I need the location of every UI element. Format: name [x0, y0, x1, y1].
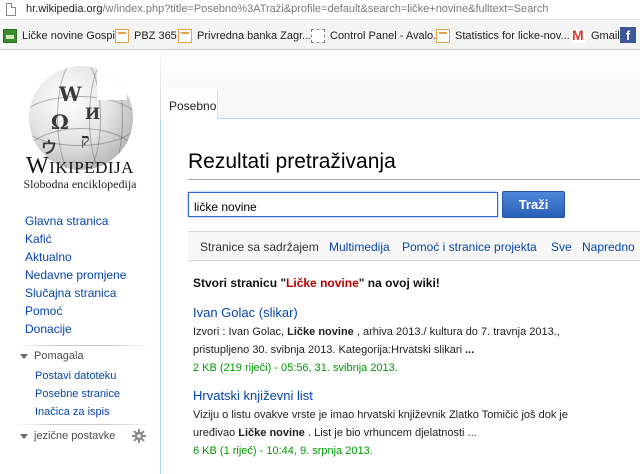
tagline: Slobodna enciklopedija: [23, 177, 137, 191]
gmail-icon: M: [572, 27, 586, 43]
page-icon: [311, 29, 325, 43]
filter-all[interactable]: Sve: [551, 240, 572, 254]
filter-content-pages[interactable]: Stranice sa sadržajem: [200, 240, 319, 254]
sidebar-divider: [16, 424, 152, 425]
bookmark-label: Gmail: [591, 30, 620, 42]
tools-heading[interactable]: Pomagala: [20, 350, 84, 362]
result-meta: 2 KB (219 riječi) - 05:56, 31. svibnja 2…: [193, 362, 398, 374]
sidebar-item-donacije[interactable]: Donacije: [25, 320, 126, 338]
ht-favicon-icon: [436, 29, 450, 43]
tools-list: Postavi datoteku Posebne stranice Inačic…: [35, 367, 120, 421]
search-input[interactable]: [188, 192, 498, 217]
wordmark: Wikipedija: [26, 153, 134, 179]
bookmark-pbz365[interactable]: PBZ 365: [115, 28, 177, 44]
page-title: Rezultati pretraživanja: [188, 150, 396, 173]
bookmark-label: PBZ 365: [134, 30, 177, 42]
bookmark-label: Statistics for licke-nov...: [455, 30, 570, 42]
create-suffix: " na ovoj wiki!: [358, 276, 440, 290]
filter-help-project[interactable]: Pomoć i stranice projekta: [402, 240, 537, 254]
result-snippet-line: pristupljeno 30. svibnja 2013. Kategorij…: [193, 344, 475, 356]
search-result: Ivan Golac (slikar) Izvori : Ivan Golac,…: [193, 305, 560, 377]
filter-advanced[interactable]: Napredno: [582, 240, 635, 254]
sidebar-item-glavna-stranica[interactable]: Glavna stranica: [25, 212, 126, 230]
language-heading-label: jezične postavke: [34, 430, 116, 442]
sidebar-item-slucajna-stranica[interactable]: Slučajna stranica: [25, 284, 126, 302]
tab-posebno[interactable]: Posebno: [160, 50, 218, 119]
result-snippet-line: Izvori : Ivan Golac, Ličke novine , arhi…: [193, 326, 560, 338]
tab-strip: [160, 50, 640, 118]
bookmark-privredna-banka[interactable]: Privredna banka Zagr...: [178, 28, 311, 44]
gear-icon[interactable]: [132, 429, 146, 443]
bookmarks-bar: Ličke novine Gospić PBZ 365 Privredna ba…: [0, 21, 640, 50]
sidebar-item-nedavne-promjene[interactable]: Nedavne promjene: [25, 266, 126, 284]
result-snippet-line: Viziju o listu ovakve vrste je imao hrva…: [193, 409, 568, 421]
collapse-triangle-icon: [20, 353, 28, 359]
search-result: Hrvatski književni list Viziju o listu o…: [193, 388, 568, 460]
ht-favicon-icon: [178, 29, 192, 43]
bookmark-statistics[interactable]: Statistics for licke-nov...: [436, 28, 570, 44]
url-host: hr.wikipedia.org: [26, 3, 103, 15]
ht-favicon-icon: [115, 29, 129, 43]
facebook-icon: f: [620, 27, 636, 43]
tools-heading-label: Pomagala: [34, 350, 84, 362]
sidebar-divider: [16, 345, 152, 346]
filter-multimedia[interactable]: Multimedija: [329, 240, 390, 254]
url-path: /w/index.php?title=Posebno%3ATraži&profi…: [102, 3, 549, 15]
tool-inacica-za-ispis[interactable]: Inačica za ispis: [35, 403, 120, 421]
title-divider: [188, 179, 640, 180]
wikipedia-logo[interactable]: W Ω И ウ ק Wikipedija Slobodna encikloped…: [0, 52, 160, 202]
bookmark-label: Privredna banka Zagr...: [197, 30, 312, 42]
result-meta: 6 KB (1 riječ) - 10:44, 9. srpnja 2013.: [193, 445, 373, 457]
sidebar-item-kafic[interactable]: Kafić: [25, 230, 126, 248]
search-button[interactable]: Traži: [502, 191, 565, 218]
sidebar-item-pomoc[interactable]: Pomoć: [25, 302, 126, 320]
result-title-link[interactable]: Ivan Golac (slikar): [193, 305, 560, 323]
collapse-triangle-icon: [20, 433, 28, 439]
result-snippet-line: uređivao Ličke novine . List je bio vrhu…: [193, 427, 477, 439]
sidebar-item-aktualno[interactable]: Aktualno: [25, 248, 126, 266]
address-bar[interactable]: hr.wikipedia.org/w/index.php?title=Poseb…: [0, 0, 640, 20]
bookmark-label: Ličke novine Gospić: [22, 30, 121, 42]
url-text[interactable]: hr.wikipedia.org/w/index.php?title=Poseb…: [26, 3, 549, 15]
bookmark-label: Control Panel - Avalo...: [330, 30, 443, 42]
tool-postavi-datoteku[interactable]: Postavi datoteku: [35, 367, 120, 385]
lika-favicon-icon: [3, 29, 17, 43]
bookmark-control-panel[interactable]: Control Panel - Avalo...: [311, 28, 442, 44]
page-icon: [6, 3, 16, 16]
bookmark-gmail[interactable]: M Gmail: [572, 27, 620, 44]
search-filter-bar: Stranice sa sadržajem Multimedija Pomoć …: [188, 231, 640, 261]
sidebar-navigation: Glavna stranica Kafić Aktualno Nedavne p…: [25, 212, 126, 338]
bookmark-licke-novine[interactable]: Ličke novine Gospić: [3, 28, 120, 44]
bookmark-facebook[interactable]: f: [620, 27, 640, 43]
language-heading[interactable]: jezične postavke: [20, 430, 115, 442]
create-prefix: Stvori stranicu ": [193, 276, 287, 290]
create-page-redlink[interactable]: Ličke novine: [286, 276, 359, 290]
result-title-link[interactable]: Hrvatski književni list: [193, 388, 568, 406]
tool-posebne-stranice[interactable]: Posebne stranice: [35, 385, 120, 403]
create-page-notice: Stvori stranicu "Ličke novine" na ovoj w…: [193, 276, 440, 290]
